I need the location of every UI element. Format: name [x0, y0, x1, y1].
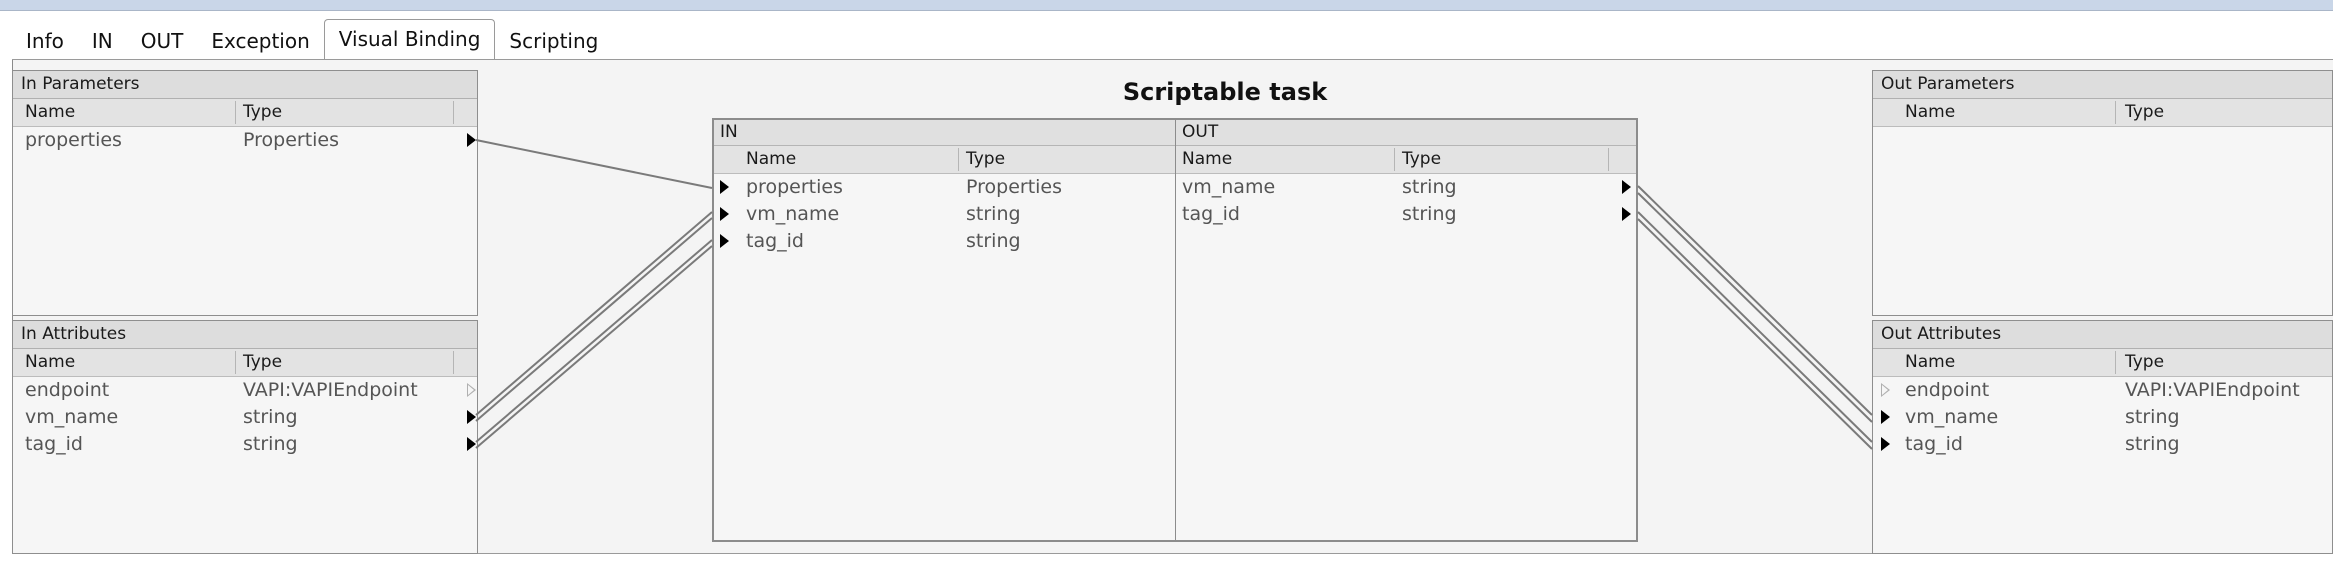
link-tag-id-in-b: [475, 245, 713, 449]
link-vm-name-in-b: [475, 217, 713, 422]
link-vm-name-out-b: [1637, 192, 1873, 423]
link-vm-name-in-a: [475, 211, 713, 416]
link-properties: [475, 139, 713, 189]
binding-connectors: [475, 139, 1873, 450]
link-tag-id-out-b: [1637, 218, 1873, 450]
link-tag-id-in-a: [475, 239, 713, 443]
link-tag-id-out-a: [1637, 211, 1873, 443]
link-vm-name-out-a: [1637, 185, 1873, 416]
